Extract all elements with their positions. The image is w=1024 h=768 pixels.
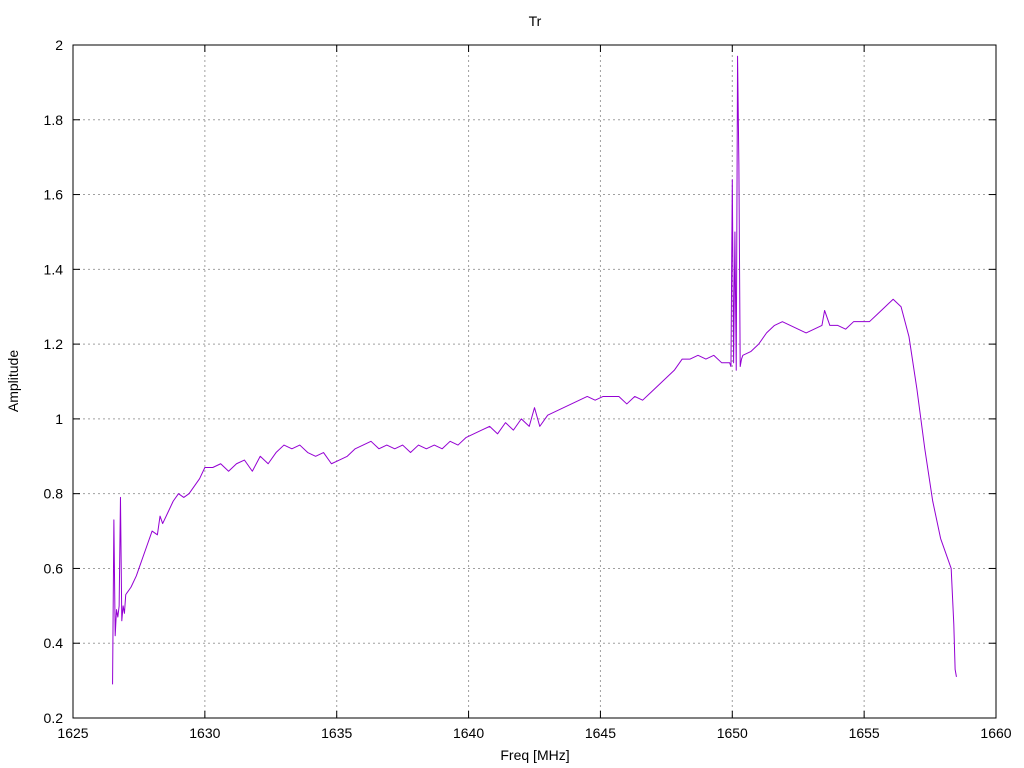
y-tick-label: 0.4 xyxy=(44,635,64,651)
y-tick-label: 0.6 xyxy=(44,560,64,576)
x-axis-label: Freq [MHz] xyxy=(500,747,569,763)
x-tick-label: 1640 xyxy=(453,725,484,741)
y-tick-label: 1.6 xyxy=(44,187,64,203)
y-tick-label: 0.8 xyxy=(44,486,64,502)
y-tick-label: 2 xyxy=(55,37,63,53)
x-tick-label: 1655 xyxy=(849,725,880,741)
y-axis-label: Amplitude xyxy=(5,350,21,412)
line-chart: 1625 1630 1635 1640 1645 1650 1655 1660 0.2 0.4 0.… xyxy=(0,0,1024,768)
x-tick-label: 1625 xyxy=(57,725,88,741)
x-tick-label: 1630 xyxy=(189,725,220,741)
y-tick-label: 1.4 xyxy=(44,261,64,277)
x-tick-label: 1650 xyxy=(717,725,748,741)
x-tick-label: 1645 xyxy=(585,725,616,741)
chart-background xyxy=(0,0,1024,768)
x-tick-label: 1660 xyxy=(980,725,1011,741)
chart-title: Tr xyxy=(529,13,542,29)
y-tick-label: 1.2 xyxy=(44,336,64,352)
y-tick-label: 1.8 xyxy=(44,112,64,128)
y-tick-label: 0.2 xyxy=(44,710,64,726)
y-tick-label: 1 xyxy=(55,411,63,427)
x-tick-label: 1635 xyxy=(321,725,352,741)
